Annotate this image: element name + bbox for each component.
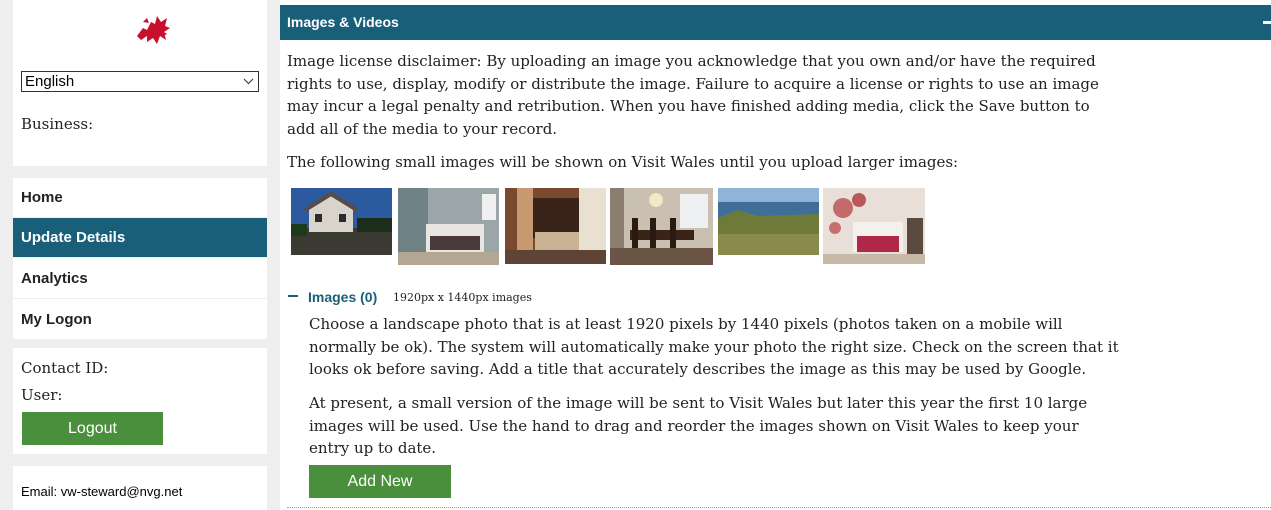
thumbnail-coastal-view	[718, 188, 819, 255]
nav-item-my-logon[interactable]: My Logon	[13, 300, 267, 340]
email-text: Email: vw-steward@nvg.net	[21, 484, 183, 499]
business-label: Business:	[21, 115, 94, 133]
section-header[interactable]: Images & Videos	[280, 5, 1271, 40]
collapse-icon[interactable]	[1263, 21, 1271, 24]
images-title: Images (0)	[308, 289, 378, 305]
add-new-button[interactable]: Add New	[309, 465, 451, 498]
nav-item-update-details[interactable]: Update Details	[13, 218, 267, 258]
welsh-dragon-logo	[137, 16, 170, 44]
nav-menu: Home Update Details Analytics My Logon	[13, 178, 267, 340]
divider	[287, 507, 1271, 508]
user-label: User:	[21, 386, 63, 404]
email-panel: Email: vw-steward@nvg.net	[13, 466, 267, 510]
images-instructions: Choose a landscape photo that is at leas…	[309, 315, 1119, 378]
contact-panel: Contact ID: User: Logout	[13, 348, 267, 454]
license-disclaimer: Image license disclaimer: By uploading a…	[287, 52, 1099, 138]
thumbnail-house-exterior	[291, 188, 392, 255]
chevron-down-icon	[243, 78, 254, 85]
sidebar: English Business: Home Update Details An…	[0, 0, 280, 510]
language-value: English	[25, 73, 75, 90]
thumbnail-bedroom-grey	[398, 188, 499, 265]
nav-item-analytics[interactable]: Analytics	[13, 259, 267, 299]
main-content: Images & Videos Image license disclaimer…	[280, 0, 1271, 510]
small-images-note: The following small images will be shown…	[287, 153, 959, 171]
contact-id-label: Contact ID:	[21, 359, 109, 377]
nav-item-home[interactable]: Home	[13, 178, 267, 218]
thumbnail-bedroom-red	[823, 188, 925, 264]
language-select[interactable]: English	[21, 71, 259, 92]
images-note: At present, a small version of the image…	[309, 394, 1088, 457]
thumbnail-living-room	[505, 188, 606, 264]
logo-panel: English Business:	[13, 0, 267, 166]
thumbnail-dining-room	[610, 188, 713, 265]
images-subtitle: 1920px x 1440px images	[393, 291, 532, 304]
minus-icon	[288, 295, 298, 297]
logout-button[interactable]: Logout	[22, 412, 163, 445]
section-title: Images & Videos	[287, 14, 399, 30]
